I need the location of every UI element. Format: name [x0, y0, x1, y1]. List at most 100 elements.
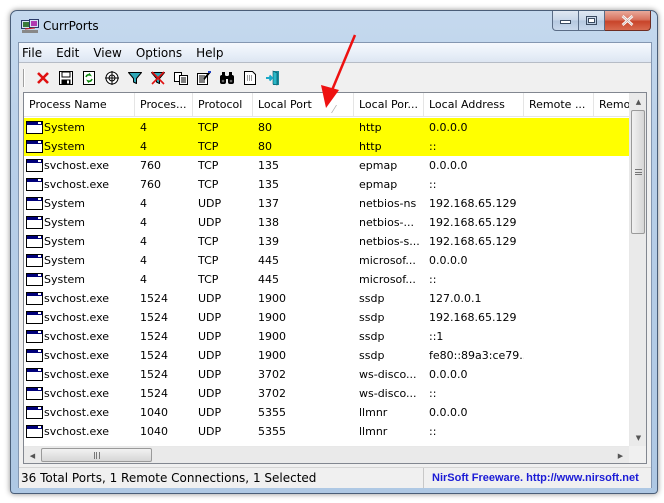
find-button[interactable]: [215, 67, 238, 89]
process-window-icon: [26, 121, 43, 134]
cell-local-address: fe80::89a3:ce79...: [429, 349, 524, 362]
exit-button[interactable]: [261, 67, 284, 89]
cell-remote-port: [524, 270, 594, 289]
column-header-process-id[interactable]: Proces...: [135, 93, 193, 117]
table-row[interactable]: svchost.exe 1040 UDP 5355 llmnr::: [24, 422, 629, 441]
hthumb-grip-icon: [93, 451, 100, 459]
table-row[interactable]: svchost.exe 1524 UDP 3702 ws-disco... 0.0.0.0: [24, 365, 629, 384]
column-header-protocol[interactable]: Protocol: [193, 93, 253, 117]
table-row[interactable]: svchost.exe 1524 UDP 3702 ws-disco...::: [24, 384, 629, 403]
list-rows: System 4 TCP 80 http 0.0.0.0 System 4 TCP 80 http:…: [24, 118, 629, 441]
table-row[interactable]: svchost.exe 1524 UDP 1900 ssdp 192.168.65.129: [24, 308, 629, 327]
process-name-text: svchost.exe: [44, 178, 110, 191]
vertical-scrollbar[interactable]: ▲ ▼: [629, 93, 646, 446]
table-row[interactable]: svchost.exe 760 TCP 135 epmap 0.0.0.0: [24, 156, 629, 175]
column-header-remote-address[interactable]: Remo: [594, 93, 629, 117]
cell-remote-address: [594, 232, 629, 251]
cell-process-id: 4: [140, 121, 147, 134]
cell-protocol: TCP: [198, 140, 219, 153]
table-row[interactable]: svchost.exe 1524 UDP 1900 ssdp fe80::89a3:ce7…: [24, 346, 629, 365]
title-bar[interactable]: CurrPorts: [11, 11, 657, 42]
save-button[interactable]: [54, 67, 77, 89]
cell-remote-address: [594, 270, 629, 289]
cell-local-address: 0.0.0.0: [429, 159, 468, 172]
horizontal-scroll-thumb[interactable]: [41, 448, 152, 462]
cell-process-id: 1524: [140, 311, 168, 324]
cell-local-address: 192.168.65.129: [429, 216, 517, 229]
table-row[interactable]: System 4 TCP 139 netbios-s... 192.168.65.129: [24, 232, 629, 251]
cell-local-address: 0.0.0.0: [429, 121, 468, 134]
cell-process-id: 1524: [140, 349, 168, 362]
table-row[interactable]: svchost.exe 1524 UDP 1900 ssdp::1: [24, 327, 629, 346]
process-name-text: svchost.exe: [44, 406, 110, 419]
process-window-icon: [26, 368, 43, 381]
column-header-local-port-label: Local Port: [258, 98, 312, 111]
vertical-scroll-thumb[interactable]: [631, 110, 645, 234]
maximize-button[interactable]: [579, 11, 605, 31]
column-header-local-address[interactable]: Local Address: [424, 93, 524, 117]
cell-remote-port: [524, 289, 594, 308]
menu-file[interactable]: File: [19, 43, 49, 63]
properties-button[interactable]: [192, 67, 215, 89]
cell-remote-port: [524, 118, 594, 137]
column-header-process-name[interactable]: Process Name: [24, 93, 135, 117]
scroll-up-button[interactable]: ▲: [630, 93, 646, 110]
cell-local-port-name: http: [359, 140, 382, 153]
cell-remote-port: [524, 232, 594, 251]
table-row[interactable]: System 4 TCP 80 http::: [24, 137, 629, 156]
cell-local-port-name: netbios-s...: [359, 235, 420, 248]
menu-help[interactable]: Help: [189, 43, 230, 63]
table-row[interactable]: System 4 TCP 445 microsof...::: [24, 270, 629, 289]
cell-local-port: 138: [258, 216, 279, 229]
cell-remote-port: [524, 175, 594, 194]
cell-remote-address: [594, 384, 629, 403]
list-header: Process Name Proces... Protocol Local Po…: [24, 93, 629, 117]
menu-edit[interactable]: Edit: [49, 43, 86, 63]
scroll-corner: [629, 446, 646, 463]
process-window-icon: [26, 406, 43, 419]
column-header-remote-port[interactable]: Remote ...: [524, 93, 594, 117]
cell-local-port: 80: [258, 140, 272, 153]
properties-target-button[interactable]: [100, 67, 123, 89]
cell-local-address: ::: [429, 178, 437, 191]
copy-button[interactable]: [169, 67, 192, 89]
cell-protocol: UDP: [198, 368, 222, 381]
ports-list-view[interactable]: Process Name Proces... Protocol Local Po…: [23, 92, 647, 464]
table-row[interactable]: svchost.exe 760 TCP 135 epmap::: [24, 175, 629, 194]
cell-process-name: svchost.exe: [24, 346, 135, 365]
table-row[interactable]: svchost.exe 1040 UDP 5355 llmnr 0.0.0.0: [24, 403, 629, 422]
clear-filter-button[interactable]: [146, 67, 169, 89]
process-window-icon: [26, 197, 43, 210]
filter-button[interactable]: [123, 67, 146, 89]
minimize-button[interactable]: [552, 11, 579, 31]
process-window-icon: [26, 425, 43, 438]
refresh-button[interactable]: [77, 67, 100, 89]
html-report-button[interactable]: [238, 67, 261, 89]
process-window-icon: [26, 254, 43, 267]
process-window-icon: [26, 140, 43, 153]
column-header-local-port-name[interactable]: Local Por...: [354, 93, 424, 117]
cell-protocol: UDP: [198, 387, 222, 400]
column-header-local-port[interactable]: Local Port ⁄: [253, 93, 354, 117]
table-row[interactable]: svchost.exe 1524 UDP 1900 ssdp 127.0.0.1: [24, 289, 629, 308]
menu-view[interactable]: View: [86, 43, 128, 63]
toolbar-grip[interactable]: [23, 68, 25, 87]
horizontal-scrollbar[interactable]: ◀ ▶: [24, 446, 629, 463]
table-row[interactable]: System 4 UDP 137 netbios-ns 192.168.65.129: [24, 194, 629, 213]
table-row[interactable]: System 4 TCP 80 http 0.0.0.0: [24, 118, 629, 137]
table-row[interactable]: System 4 TCP 445 microsof... 0.0.0.0: [24, 251, 629, 270]
menu-options[interactable]: Options: [129, 43, 189, 63]
scroll-left-button[interactable]: ◀: [24, 447, 41, 463]
cell-local-port-name: ssdp: [359, 349, 385, 362]
scroll-down-button[interactable]: ▼: [630, 429, 646, 446]
table-row[interactable]: System 4 UDP 138 netbios-... 192.168.65.129: [24, 213, 629, 232]
cell-protocol: UDP: [198, 330, 222, 343]
close-button[interactable]: [605, 11, 651, 31]
cell-remote-address: [594, 346, 629, 365]
close-connections-button[interactable]: [31, 67, 54, 89]
cell-protocol: TCP: [198, 254, 219, 267]
nirsoft-link[interactable]: NirSoft Freeware. http://www.nirsoft.net: [424, 468, 651, 488]
cell-process-name: svchost.exe: [24, 327, 135, 346]
cell-local-address: 192.168.65.129: [429, 235, 517, 248]
scroll-right-button[interactable]: ▶: [612, 447, 629, 463]
